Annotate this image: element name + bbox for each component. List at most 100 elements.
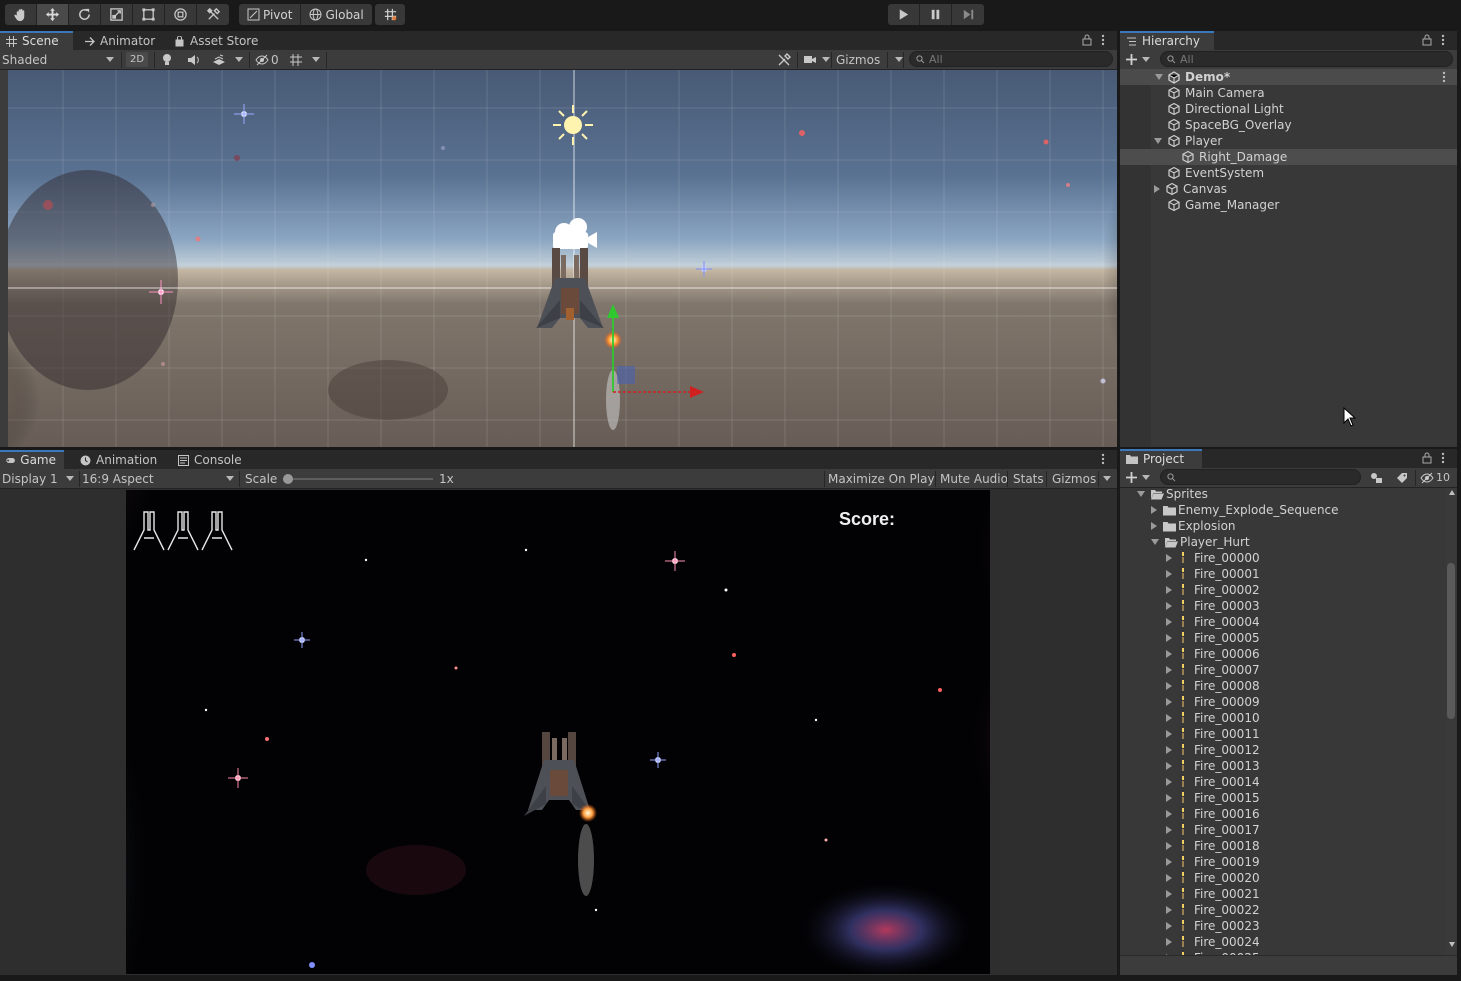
fold-arrow-icon[interactable] — [1151, 522, 1157, 530]
project-sprite-item[interactable]: Fire_00012 — [1166, 742, 1260, 758]
fold-arrow-icon[interactable] — [1154, 185, 1160, 193]
tab-game[interactable]: Game — [0, 450, 64, 470]
hand-tool-icon[interactable] — [5, 4, 37, 25]
more-menu-icon[interactable] — [1441, 452, 1445, 464]
search-by-label-button[interactable] — [1396, 468, 1408, 487]
hierarchy-item[interactable]: Game_Manager — [1120, 197, 1457, 213]
game-gizmos-button[interactable]: Gizmos — [1052, 469, 1096, 488]
project-folder-item[interactable]: Enemy_Explode_Sequence — [1151, 502, 1339, 518]
hierarchy-item[interactable]: EventSystem — [1120, 165, 1457, 181]
stats-button[interactable]: Stats — [1013, 469, 1044, 488]
fold-arrow-icon[interactable] — [1137, 491, 1145, 497]
fold-arrow-icon[interactable] — [1166, 602, 1172, 610]
project-sprite-item[interactable]: Fire_00003 — [1166, 598, 1260, 614]
step-icon[interactable] — [952, 4, 984, 25]
fold-arrow-icon[interactable] — [1151, 539, 1159, 545]
tab-project[interactable]: Project — [1120, 449, 1202, 469]
fold-arrow-icon[interactable] — [1166, 906, 1172, 914]
game-viewport[interactable]: Score: — [126, 490, 990, 974]
project-sprite-item[interactable]: Fire_00005 — [1166, 630, 1260, 646]
fold-arrow-icon[interactable] — [1166, 586, 1172, 594]
project-sprite-item[interactable]: Fire_00000 — [1166, 550, 1260, 566]
project-create-button[interactable] — [1126, 468, 1150, 487]
custom-tool-icon[interactable] — [197, 4, 229, 25]
tab-animation[interactable]: Animation — [74, 450, 165, 470]
lock-icon[interactable] — [1422, 34, 1432, 46]
tools-toggle[interactable] — [777, 50, 791, 69]
scale-slider[interactable] — [283, 474, 433, 484]
search-by-type-button[interactable] — [1370, 468, 1383, 487]
hierarchy-item[interactable]: Player — [1120, 133, 1457, 149]
project-sprite-item[interactable]: Fire_00020 — [1166, 870, 1260, 886]
fold-arrow-icon[interactable] — [1155, 74, 1163, 80]
fold-arrow-icon[interactable] — [1166, 746, 1172, 754]
hierarchy-scene-row[interactable]: Demo* — [1120, 69, 1457, 85]
tab-hierarchy[interactable]: Hierarchy — [1120, 31, 1214, 51]
lighting-toggle[interactable] — [161, 50, 173, 69]
aspect-dropdown[interactable]: 16:9 Aspect — [82, 469, 236, 488]
tab-animator[interactable]: Animator — [78, 31, 163, 51]
fold-arrow-icon[interactable] — [1166, 922, 1172, 930]
play-icon[interactable] — [888, 4, 920, 25]
lock-icon[interactable] — [1082, 34, 1092, 46]
fold-arrow-icon[interactable] — [1154, 138, 1162, 144]
hierarchy-search-input[interactable]: All — [1160, 51, 1453, 67]
project-sprite-item[interactable]: Fire_00002 — [1166, 582, 1260, 598]
project-sprite-item[interactable]: Fire_00023 — [1166, 918, 1260, 934]
project-sprite-item[interactable]: Fire_00004 — [1166, 614, 1260, 630]
project-sprite-item[interactable]: Fire_00022 — [1166, 902, 1260, 918]
project-sprite-item[interactable]: Fire_00009 — [1166, 694, 1260, 710]
project-sprite-item[interactable]: Fire_00017 — [1166, 822, 1260, 838]
hierarchy-create-button[interactable] — [1126, 50, 1150, 69]
global-button[interactable]: Global — [301, 4, 371, 25]
camera-dropdown[interactable] — [803, 50, 830, 69]
hierarchy-item[interactable]: Main Camera — [1120, 85, 1457, 101]
scene-search-input[interactable]: All — [909, 51, 1113, 67]
project-sprite-item[interactable]: Fire_00016 — [1166, 806, 1260, 822]
hierarchy-item[interactable]: Directional Light — [1120, 101, 1457, 117]
project-sprite-item[interactable]: Fire_00010 — [1166, 710, 1260, 726]
more-menu-icon[interactable] — [1101, 453, 1105, 465]
fold-arrow-icon[interactable] — [1166, 618, 1172, 626]
project-sprite-item[interactable]: Fire_00007 — [1166, 662, 1260, 678]
tab-asset-store[interactable]: Asset Store — [168, 31, 266, 51]
shading-mode-dropdown[interactable]: Shaded — [2, 50, 118, 69]
fold-arrow-icon[interactable] — [1166, 874, 1172, 882]
fold-arrow-icon[interactable] — [1166, 634, 1172, 642]
lock-icon[interactable] — [1422, 452, 1432, 464]
rect-tool-icon[interactable] — [133, 4, 165, 25]
fold-arrow-icon[interactable] — [1166, 810, 1172, 818]
project-sprite-item[interactable]: Fire_00015 — [1166, 790, 1260, 806]
rotate-tool-icon[interactable] — [69, 4, 101, 25]
fold-arrow-icon[interactable] — [1166, 714, 1172, 722]
fold-arrow-icon[interactable] — [1166, 794, 1172, 802]
effects-dropdown[interactable] — [212, 50, 243, 69]
project-sprite-item[interactable]: Fire_00013 — [1166, 758, 1260, 774]
pause-icon[interactable] — [920, 4, 952, 25]
fold-arrow-icon[interactable] — [1166, 890, 1172, 898]
project-sprite-item[interactable]: Fire_00001 — [1166, 566, 1260, 582]
project-folder-item[interactable]: Player_Hurt — [1151, 534, 1250, 550]
gizmos-dropdown[interactable]: Gizmos — [836, 50, 904, 69]
move-tool-icon[interactable] — [37, 4, 69, 25]
fold-arrow-icon[interactable] — [1166, 842, 1172, 850]
project-search-input[interactable] — [1160, 469, 1361, 485]
more-menu-icon[interactable] — [1441, 34, 1445, 46]
project-sprite-item[interactable]: Fire_00008 — [1166, 678, 1260, 694]
project-scrollbar[interactable] — [1446, 488, 1456, 955]
project-sprite-item[interactable]: Fire_00018 — [1166, 838, 1260, 854]
project-sprite-item[interactable]: Fire_00019 — [1166, 854, 1260, 870]
pivot-button[interactable]: Pivot — [239, 4, 302, 25]
fold-arrow-icon[interactable] — [1166, 666, 1172, 674]
scroll-down-icon[interactable] — [1449, 942, 1455, 947]
fold-arrow-icon[interactable] — [1166, 650, 1172, 658]
hidden-packages-toggle[interactable]: 10 — [1420, 468, 1450, 487]
project-sprite-item[interactable]: Fire_00014 — [1166, 774, 1260, 790]
fold-arrow-icon[interactable] — [1166, 730, 1172, 738]
tab-scene[interactable]: Scene — [0, 31, 73, 51]
project-sprite-item[interactable]: Fire_00006 — [1166, 646, 1260, 662]
audio-toggle[interactable] — [187, 50, 201, 69]
more-menu-icon[interactable] — [1101, 34, 1105, 46]
mute-audio-button[interactable]: Mute Audio — [940, 469, 1008, 488]
fold-arrow-icon[interactable] — [1151, 506, 1157, 514]
